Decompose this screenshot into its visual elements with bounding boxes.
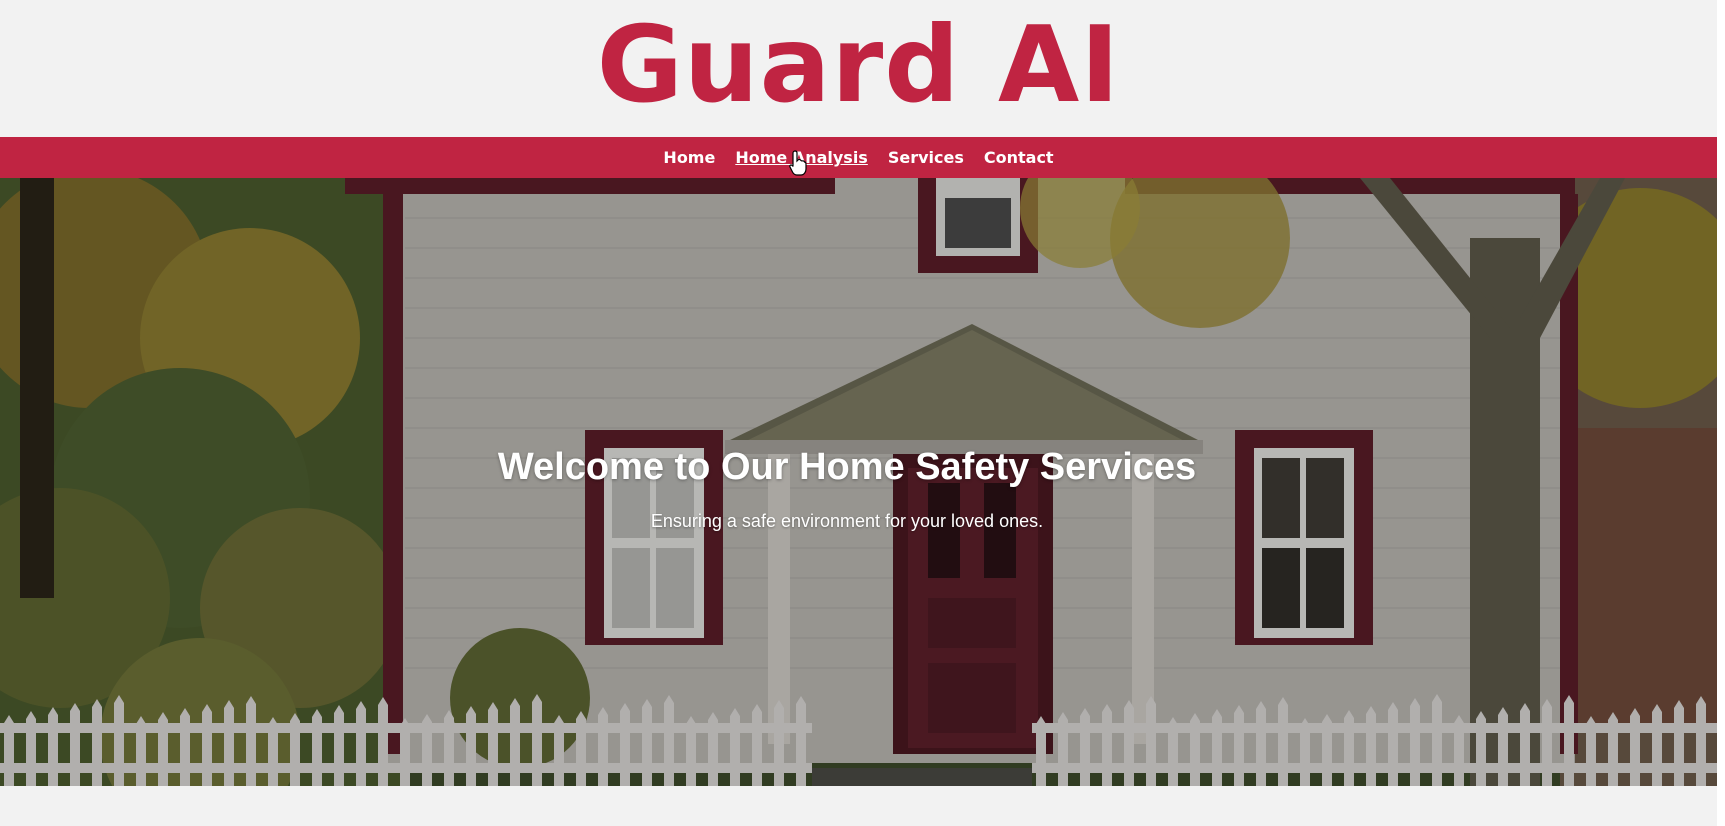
brand-logo[interactable]: Guard AI — [0, 6, 1717, 124]
page: Guard AI Home Home Analysis Services Con… — [0, 0, 1717, 826]
hero-title: Welcome to Our Home Safety Services — [497, 446, 1197, 488]
scrollbar-gutter — [1717, 0, 1725, 826]
nav-link-services[interactable]: Services — [888, 148, 964, 167]
hero-subtitle: Ensuring a safe environment for your lov… — [650, 511, 1044, 531]
site-header: Guard AI — [0, 0, 1717, 137]
nav-link-home[interactable]: Home — [663, 148, 715, 167]
main-navigation: Home Home Analysis Services Contact — [0, 137, 1717, 178]
hand-pointer-icon — [789, 150, 807, 176]
nav-link-contact[interactable]: Contact — [984, 148, 1054, 167]
hero-section: Welcome to Our Home Safety Services Ensu… — [0, 178, 1717, 786]
